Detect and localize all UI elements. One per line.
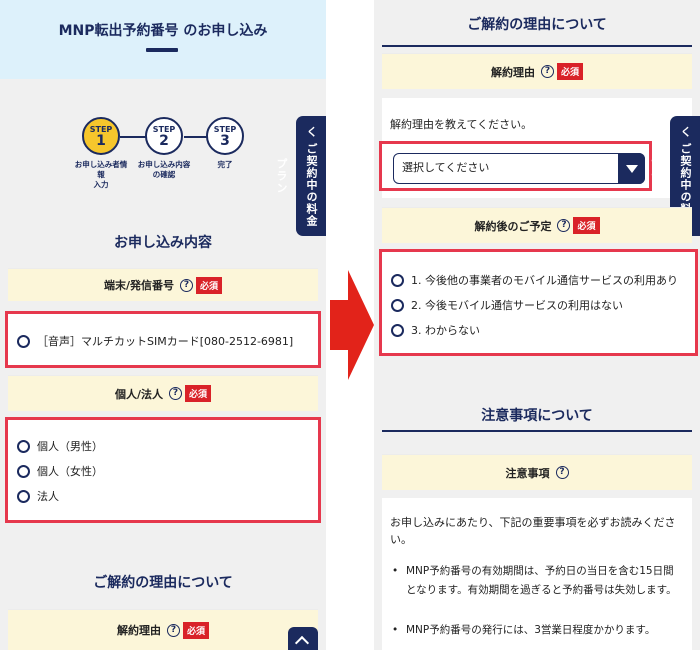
reason-select-highlight: 選択してください [379,141,652,191]
scroll-top-button[interactable] [288,627,318,650]
help-icon[interactable]: ? [180,278,193,292]
section-divider [382,430,692,432]
reason-label: 解約理由 [116,624,161,637]
entity-radio-female[interactable]: 個人（女性） [17,463,103,479]
reason-label-bar: 解約理由 ? 必須 [382,53,692,89]
required-badge: 必須 [182,621,209,639]
reason-select-value: 選択してください [402,161,490,174]
title-underline [146,48,178,52]
radio-circle[interactable] [17,464,30,478]
radio-circle[interactable] [391,273,404,287]
step-3: STEP 3 [206,117,244,155]
step-connector [184,136,208,138]
radio-circle[interactable] [17,439,30,453]
entity-radio-corporate[interactable]: 法人 [17,488,59,504]
notes-item: MNP予約番号の発行には、3営業日程度かかります。 [406,624,656,636]
terminal-radio[interactable]: ［音声］マルチカットSIMカード[080-2512-6981] [17,333,293,349]
entity-options-box: 個人（男性） 個人（女性） 法人 [5,417,321,523]
step-1: STEP 1 [82,117,120,155]
page-title: MNP転出予約番号 のお申し込み [58,23,268,39]
section-title-notes: 注意事項について [481,408,593,424]
notes-label-bar: 注意事項 ? [382,454,692,490]
plan-options-box: 1. 今後他の事業者のモバイル通信サービスの利用あり 2. 今後モバイル通信サー… [379,249,698,356]
plan-radio-no-service[interactable]: 2. 今後モバイル通信サービスの利用はない [391,297,623,313]
bullet-icon: • [392,624,399,636]
plan-label-bar: 解約後のご予定 ? 必須 [382,207,692,243]
step-3-caption: 完了 [217,160,233,169]
current-plan-tab[interactable]: く ご契約中の料金プラン [275,116,326,236]
section-title-reason: ご解約の理由について [467,17,607,33]
plan-radio-other-carrier[interactable]: 1. 今後他の事業者のモバイル通信サービスの利用あり [391,272,678,288]
help-icon[interactable]: ? [169,387,182,400]
radio-circle[interactable] [391,298,404,312]
entity-label: 個人/法人 [114,387,163,401]
section-title-application: お申し込み内容 [114,235,212,251]
radio-circle[interactable] [391,323,404,337]
step-1-caption: お申し込み者情 報 入力 [74,160,128,189]
reason-select[interactable]: 選択してください [393,153,645,184]
terminal-option-label: ［音声］マルチカットSIMカード[080-2512-6981] [37,335,294,348]
section-title-reason: ご解約の理由について [93,575,233,591]
help-icon[interactable]: ? [555,466,569,479]
notes-intro: お申し込みにあたり、下記の重要事項を必ずお読みください。 [390,516,676,546]
entity-label-bar: 個人/法人 ? 必須 [8,375,318,411]
terminal-label: 端末/発信番号 [103,279,174,292]
reason-prompt: 解約理由を教えてください。 [390,118,533,131]
radio-circle[interactable] [17,334,30,348]
bullet-icon: • [392,565,399,577]
required-badge: 必須 [556,63,583,80]
notes-label: 注意事項 [505,466,550,480]
section-divider [382,45,692,47]
plan-label: 解約後のご予定 [474,219,552,233]
radio-circle[interactable] [17,489,30,503]
plan-radio-unknown[interactable]: 3. わからない [391,322,480,338]
help-icon[interactable]: ? [166,623,180,637]
entity-radio-male[interactable]: 個人（男性） [17,438,103,454]
reason-label-bar: 解約理由 ? 必須 [8,609,318,650]
help-icon[interactable]: ? [557,219,571,232]
terminal-options-box: ［音声］マルチカットSIMカード[080-2512-6981] [5,311,321,368]
notes-card: お申し込みにあたり、下記の重要事項を必ずお読みください。 • MNP予約番号の有… [382,498,692,650]
right-screen: ご解約の理由について 解約理由 ? 必須 解約理由を教えてください。 選択してく… [374,0,700,650]
required-badge: 必須 [573,217,600,234]
reason-label: 解約理由 [490,65,535,79]
right-arrow-icon [330,270,374,380]
help-icon[interactable]: ? [540,65,554,78]
step-2-caption: お申し込み内容 の確認 [137,160,191,179]
step-connector [120,136,148,138]
step-2: STEP 2 [145,117,183,155]
page-header: MNP転出予約番号 のお申し込み [0,0,326,79]
required-badge: 必須 [185,385,212,402]
left-screen: MNP転出予約番号 のお申し込み STEP 1 STEP 2 STEP 3 お申し込み… [0,0,326,650]
terminal-label-bar: 端末/発信番号 ? 必須 [8,268,318,301]
required-badge: 必須 [196,276,223,294]
notes-item: MNP予約番号の有効期間は、予約日の当日を含む15日間となります。有効期間を過ぎ… [406,565,677,596]
